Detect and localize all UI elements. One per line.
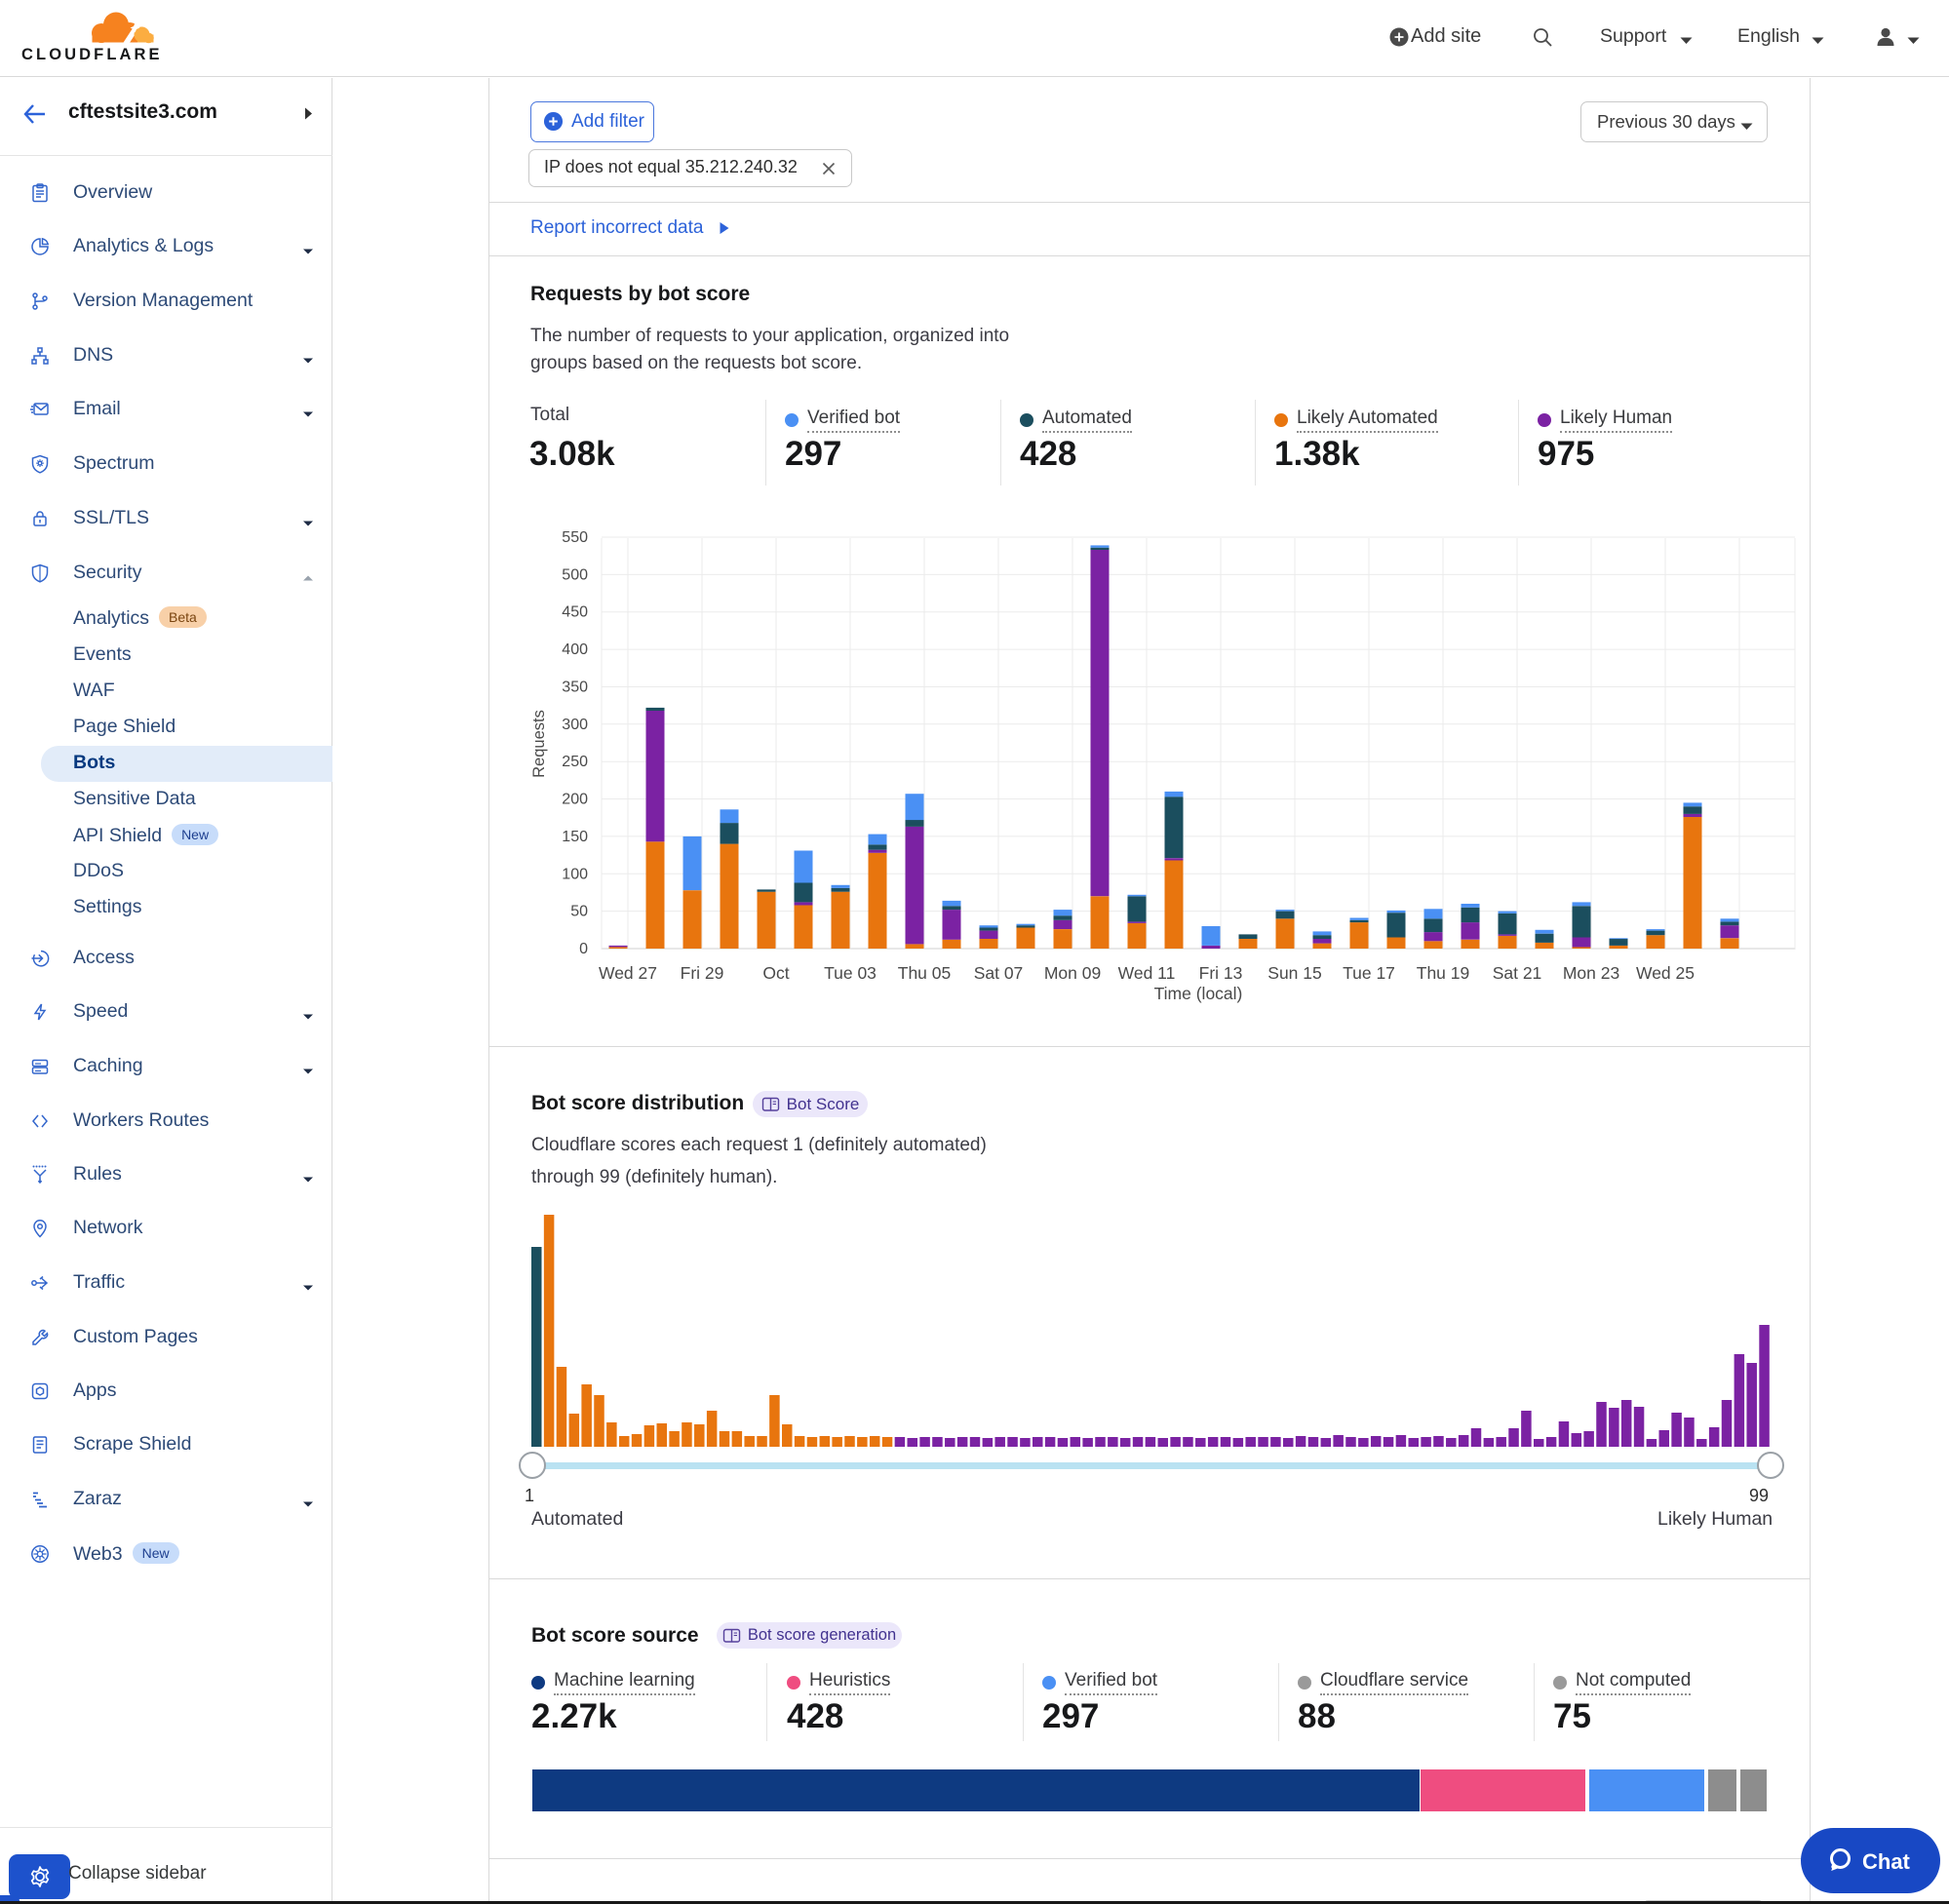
svg-text:300: 300 [562,717,588,733]
svg-text:Thu 05: Thu 05 [898,963,951,983]
svg-text:Thu 19: Thu 19 [1417,963,1469,983]
svg-text:Tue 17: Tue 17 [1343,963,1395,983]
svg-text:Oct: Oct [762,963,789,983]
svg-text:350: 350 [562,680,588,696]
svg-text:Wed 11: Wed 11 [1118,963,1176,983]
svg-text:100: 100 [562,866,588,882]
svg-text:Mon 23: Mon 23 [1563,963,1619,983]
svg-text:200: 200 [562,792,588,808]
svg-text:Sat 21: Sat 21 [1493,963,1542,983]
svg-text:Fri 13: Fri 13 [1199,963,1243,983]
svg-text:Wed 27: Wed 27 [599,963,657,983]
svg-text:450: 450 [562,604,588,621]
svg-text:550: 550 [562,529,588,546]
svg-text:Sun 15: Sun 15 [1267,963,1321,983]
svg-text:400: 400 [562,641,588,658]
svg-text:0: 0 [579,941,588,957]
svg-text:Fri 29: Fri 29 [681,963,724,983]
svg-text:500: 500 [562,566,588,583]
svg-text:Mon 09: Mon 09 [1044,963,1101,983]
svg-text:Wed 25: Wed 25 [1636,963,1695,983]
svg-text:50: 50 [570,904,588,920]
svg-text:Tue 03: Tue 03 [824,963,877,983]
svg-text:150: 150 [562,829,588,845]
svg-text:Time (local): Time (local) [1154,984,1243,1003]
svg-text:Requests: Requests [530,710,548,778]
svg-text:250: 250 [562,754,588,770]
svg-text:Sat 07: Sat 07 [974,963,1024,983]
